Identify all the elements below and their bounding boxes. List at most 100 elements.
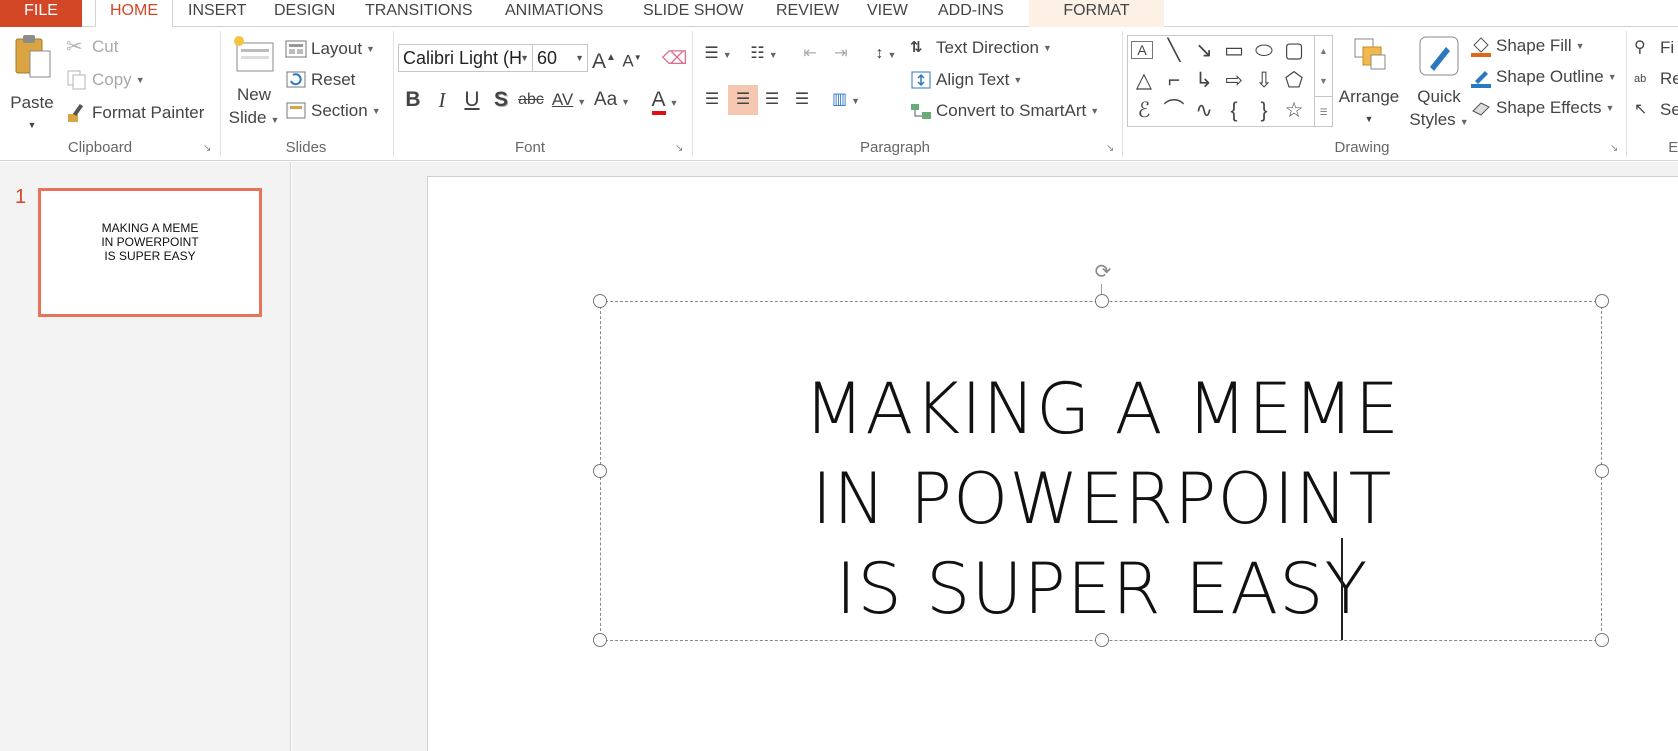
paste-button[interactable]: Paste ▼	[6, 33, 58, 137]
slide-thumbnail[interactable]: MAKING A MEME IN POWERPOINT IS SUPER EAS…	[38, 188, 262, 317]
pen-outline-icon	[1470, 66, 1492, 88]
resize-handle-top-left[interactable]	[593, 294, 607, 308]
section-button[interactable]: Section ▼	[285, 98, 381, 124]
font-size-value: 60	[537, 48, 558, 68]
oval-shape-icon[interactable]: ⬭	[1251, 38, 1277, 64]
find-button[interactable]: ⚲ Fi	[1634, 35, 1674, 61]
right-brace-shape-icon[interactable]: }	[1251, 98, 1277, 124]
align-text-button[interactable]: Align Text ▼	[910, 67, 1022, 93]
paragraph-launcher-icon[interactable]: ↘	[1106, 144, 1116, 154]
rounded-rectangle-shape-icon[interactable]: ▢	[1281, 38, 1307, 64]
rotate-handle-icon[interactable]: ⟳	[1091, 260, 1115, 284]
left-brace-shape-icon[interactable]: {	[1221, 98, 1247, 124]
clipboard-launcher-icon[interactable]: ↘	[203, 144, 213, 154]
arrow-line-shape-icon[interactable]: ↘	[1191, 38, 1217, 64]
format-painter-button[interactable]: Format Painter	[66, 100, 204, 126]
tab-design[interactable]: DESIGN	[274, 0, 335, 27]
curve-shape-icon[interactable]: ∿	[1191, 98, 1217, 124]
strikethrough-button[interactable]: abc	[516, 85, 546, 115]
text-direction-button[interactable]: ⇅ Text Direction ▼	[910, 35, 1052, 61]
font-name-value: Calibri Light (H	[403, 48, 523, 68]
scribble-shape-icon[interactable]: ℰ	[1131, 98, 1157, 124]
line-shape-icon[interactable]: ╲	[1161, 38, 1187, 64]
find-label: Fi	[1660, 38, 1675, 57]
change-case-dropdown-icon: ▼	[621, 97, 631, 107]
text-box-shape-icon[interactable]: A	[1131, 41, 1153, 59]
text-shadow-button[interactable]: S	[490, 85, 512, 115]
slide-canvas[interactable]: ⟳ MAKING A MEME IN POWERPOINT IS SUPER E…	[427, 176, 1678, 751]
reset-button[interactable]: Reset	[285, 67, 355, 93]
align-text-dropdown-icon: ▼	[1013, 75, 1023, 85]
shape-outline-button[interactable]: Shape Outline ▼	[1470, 64, 1617, 90]
columns-button[interactable]: ▥ ▼	[826, 85, 866, 115]
down-arrow-shape-icon[interactable]: ⇩	[1251, 68, 1277, 94]
align-right-button[interactable]: ☰	[759, 85, 785, 115]
tab-file[interactable]: FILE	[0, 0, 82, 27]
change-case-button[interactable]: Aa ▼	[592, 85, 632, 115]
increase-indent-button[interactable]: ⇥	[828, 39, 854, 69]
tab-transitions[interactable]: TRANSITIONS	[365, 0, 473, 27]
tab-review[interactable]: REVIEW	[776, 0, 839, 27]
clear-formatting-button[interactable]: ⌫	[662, 43, 687, 73]
replace-button[interactable]: ab Re	[1634, 66, 1678, 92]
shape-fill-button[interactable]: Shape Fill ▼	[1470, 33, 1585, 59]
numbering-button[interactable]: ☷ ▼	[744, 39, 784, 69]
shapes-gallery[interactable]: A ╲ ↘ ▭ ⬭ ▢ △ ⌐ ↳ ⇨ ⇩ ⬠ ℰ ⌒ ∿ { } ☆ ▲ ▼ …	[1127, 35, 1333, 127]
resize-handle-bottom-left[interactable]	[593, 633, 607, 647]
quick-styles-button[interactable]: Quick Styles ▼	[1406, 33, 1472, 134]
elbow-arrow-shape-icon[interactable]: ↳	[1191, 68, 1217, 94]
resize-handle-top[interactable]	[1095, 294, 1109, 308]
tab-animations[interactable]: ANIMATIONS	[505, 0, 603, 27]
select-button[interactable]: ↖ Se	[1634, 97, 1678, 123]
layout-button[interactable]: Layout ▼	[285, 36, 375, 62]
resize-handle-bottom[interactable]	[1095, 633, 1109, 647]
tab-add-ins[interactable]: ADD-INS	[938, 0, 1004, 27]
italic-button[interactable]: I	[431, 85, 453, 115]
arrange-button[interactable]: Arrange ▼	[1334, 33, 1404, 131]
font-size-dropdown-icon[interactable]: ▼	[575, 45, 584, 71]
bold-button[interactable]: B	[402, 85, 424, 115]
underline-button[interactable]: U	[461, 85, 483, 115]
paintbrush-icon	[66, 102, 88, 124]
star-shape-icon[interactable]: ☆	[1281, 98, 1307, 124]
font-size-combo[interactable]: 60 ▼	[532, 44, 588, 72]
title-textbox[interactable]: ⟳ MAKING A MEME IN POWERPOINT IS SUPER E…	[593, 261, 1609, 647]
bullets-button[interactable]: ☰ ▼	[698, 39, 738, 69]
tab-view[interactable]: VIEW	[867, 0, 908, 27]
gallery-scroll-up-icon[interactable]: ▲	[1314, 36, 1332, 66]
gallery-more-icon[interactable]: ☰	[1314, 96, 1332, 126]
font-color-button[interactable]: A ▼	[645, 85, 685, 115]
tab-home[interactable]: HOME	[95, 0, 173, 28]
drawing-launcher-icon[interactable]: ↘	[1610, 144, 1620, 154]
shrink-font-icon: A	[622, 51, 634, 71]
tab-insert[interactable]: INSERT	[188, 0, 246, 27]
font-name-combo[interactable]: Calibri Light (H ▼	[398, 44, 533, 72]
decrease-indent-button[interactable]: ⇤	[797, 39, 823, 69]
slide-title[interactable]: MAKING A MEME IN POWERPOINT IS SUPER EAS…	[601, 364, 1603, 634]
tab-slide-show[interactable]: SLIDE SHOW	[643, 0, 743, 27]
character-spacing-button[interactable]: AV ▼	[550, 85, 588, 115]
font-launcher-icon[interactable]: ↘	[675, 144, 685, 154]
gallery-scroll-down-icon[interactable]: ▼	[1314, 66, 1332, 96]
copy-button[interactable]: Copy ▼	[66, 67, 145, 93]
tab-format[interactable]: FORMAT	[1029, 0, 1164, 27]
align-left-button[interactable]: ☰	[699, 85, 725, 115]
font-name-dropdown-icon[interactable]: ▼	[520, 45, 529, 71]
elbow-connector-shape-icon[interactable]: ⌐	[1161, 68, 1187, 94]
resize-handle-top-right[interactable]	[1595, 294, 1609, 308]
triangle-shape-icon[interactable]: △	[1131, 68, 1157, 94]
resize-handle-bottom-right[interactable]	[1595, 633, 1609, 647]
right-arrow-shape-icon[interactable]: ⇨	[1221, 68, 1247, 94]
shrink-font-button[interactable]: A▼	[621, 43, 643, 73]
rectangle-shape-icon[interactable]: ▭	[1221, 38, 1247, 64]
arc-shape-icon[interactable]: ⌒	[1161, 98, 1187, 124]
align-center-button[interactable]: ☰	[728, 85, 758, 115]
freeform-shape-icon[interactable]: ⬠	[1281, 68, 1307, 94]
line-spacing-button[interactable]: ↕ ▼	[866, 39, 906, 69]
shape-effects-button[interactable]: Shape Effects ▼	[1470, 95, 1614, 121]
new-slide-button[interactable]: New Slide ▼	[226, 33, 282, 132]
cut-button[interactable]: ✂ Cut	[66, 34, 118, 60]
justify-button[interactable]: ☰	[789, 85, 815, 115]
grow-font-button[interactable]: A▲	[592, 43, 616, 73]
convert-smartart-button[interactable]: Convert to SmartArt ▼	[910, 98, 1099, 124]
